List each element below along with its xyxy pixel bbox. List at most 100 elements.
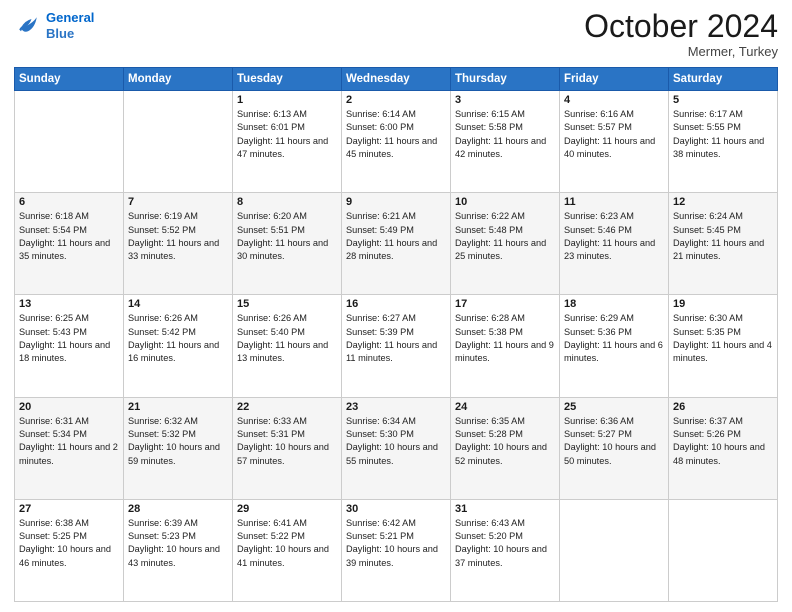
day-info: Sunrise: 6:13 AM Sunset: 6:01 PM Dayligh… xyxy=(237,108,337,161)
header-sunday: Sunday xyxy=(15,68,124,91)
day-cell: 10 Sunrise: 6:22 AM Sunset: 5:48 PM Dayl… xyxy=(451,193,560,295)
day-info: Sunrise: 6:28 AM Sunset: 5:38 PM Dayligh… xyxy=(455,312,555,365)
day-cell xyxy=(560,499,669,601)
day-number: 5 xyxy=(673,94,773,106)
day-number: 17 xyxy=(455,298,555,310)
day-cell: 20 Sunrise: 6:31 AM Sunset: 5:34 PM Dayl… xyxy=(15,397,124,499)
day-number: 1 xyxy=(237,94,337,106)
day-number: 18 xyxy=(564,298,664,310)
day-cell: 2 Sunrise: 6:14 AM Sunset: 6:00 PM Dayli… xyxy=(342,91,451,193)
day-cell: 15 Sunrise: 6:26 AM Sunset: 5:40 PM Dayl… xyxy=(233,295,342,397)
day-cell: 21 Sunrise: 6:32 AM Sunset: 5:32 PM Dayl… xyxy=(124,397,233,499)
day-number: 27 xyxy=(19,503,119,515)
day-number: 13 xyxy=(19,298,119,310)
header-monday: Monday xyxy=(124,68,233,91)
day-number: 19 xyxy=(673,298,773,310)
day-info: Sunrise: 6:19 AM Sunset: 5:52 PM Dayligh… xyxy=(128,210,228,263)
header-friday: Friday xyxy=(560,68,669,91)
day-cell: 19 Sunrise: 6:30 AM Sunset: 5:35 PM Dayl… xyxy=(669,295,778,397)
day-info: Sunrise: 6:22 AM Sunset: 5:48 PM Dayligh… xyxy=(455,210,555,263)
day-info: Sunrise: 6:37 AM Sunset: 5:26 PM Dayligh… xyxy=(673,415,773,468)
logo-line2: Blue xyxy=(46,26,74,41)
day-info: Sunrise: 6:24 AM Sunset: 5:45 PM Dayligh… xyxy=(673,210,773,263)
day-cell: 3 Sunrise: 6:15 AM Sunset: 5:58 PM Dayli… xyxy=(451,91,560,193)
day-cell: 23 Sunrise: 6:34 AM Sunset: 5:30 PM Dayl… xyxy=(342,397,451,499)
week-row-3: 13 Sunrise: 6:25 AM Sunset: 5:43 PM Dayl… xyxy=(15,295,778,397)
day-cell: 4 Sunrise: 6:16 AM Sunset: 5:57 PM Dayli… xyxy=(560,91,669,193)
day-number: 8 xyxy=(237,196,337,208)
day-info: Sunrise: 6:33 AM Sunset: 5:31 PM Dayligh… xyxy=(237,415,337,468)
day-info: Sunrise: 6:38 AM Sunset: 5:25 PM Dayligh… xyxy=(19,517,119,570)
day-number: 6 xyxy=(19,196,119,208)
logo-bird-icon xyxy=(14,12,42,40)
day-info: Sunrise: 6:26 AM Sunset: 5:42 PM Dayligh… xyxy=(128,312,228,365)
day-number: 2 xyxy=(346,94,446,106)
day-number: 3 xyxy=(455,94,555,106)
page: General Blue October 2024 Mermer, Turkey… xyxy=(0,0,792,612)
day-number: 14 xyxy=(128,298,228,310)
day-cell: 17 Sunrise: 6:28 AM Sunset: 5:38 PM Dayl… xyxy=(451,295,560,397)
day-info: Sunrise: 6:39 AM Sunset: 5:23 PM Dayligh… xyxy=(128,517,228,570)
day-cell: 1 Sunrise: 6:13 AM Sunset: 6:01 PM Dayli… xyxy=(233,91,342,193)
calendar-table: Sunday Monday Tuesday Wednesday Thursday… xyxy=(14,67,778,602)
week-row-4: 20 Sunrise: 6:31 AM Sunset: 5:34 PM Dayl… xyxy=(15,397,778,499)
week-row-5: 27 Sunrise: 6:38 AM Sunset: 5:25 PM Dayl… xyxy=(15,499,778,601)
day-info: Sunrise: 6:31 AM Sunset: 5:34 PM Dayligh… xyxy=(19,415,119,468)
location: Mermer, Turkey xyxy=(584,44,778,59)
day-cell: 7 Sunrise: 6:19 AM Sunset: 5:52 PM Dayli… xyxy=(124,193,233,295)
day-info: Sunrise: 6:30 AM Sunset: 5:35 PM Dayligh… xyxy=(673,312,773,365)
day-number: 28 xyxy=(128,503,228,515)
day-number: 26 xyxy=(673,401,773,413)
header: General Blue October 2024 Mermer, Turkey xyxy=(14,10,778,59)
header-saturday: Saturday xyxy=(669,68,778,91)
day-info: Sunrise: 6:21 AM Sunset: 5:49 PM Dayligh… xyxy=(346,210,446,263)
day-cell: 6 Sunrise: 6:18 AM Sunset: 5:54 PM Dayli… xyxy=(15,193,124,295)
day-info: Sunrise: 6:36 AM Sunset: 5:27 PM Dayligh… xyxy=(564,415,664,468)
week-row-2: 6 Sunrise: 6:18 AM Sunset: 5:54 PM Dayli… xyxy=(15,193,778,295)
day-cell: 27 Sunrise: 6:38 AM Sunset: 5:25 PM Dayl… xyxy=(15,499,124,601)
day-cell: 13 Sunrise: 6:25 AM Sunset: 5:43 PM Dayl… xyxy=(15,295,124,397)
day-number: 21 xyxy=(128,401,228,413)
day-cell: 5 Sunrise: 6:17 AM Sunset: 5:55 PM Dayli… xyxy=(669,91,778,193)
day-number: 16 xyxy=(346,298,446,310)
header-wednesday: Wednesday xyxy=(342,68,451,91)
day-number: 29 xyxy=(237,503,337,515)
day-cell: 9 Sunrise: 6:21 AM Sunset: 5:49 PM Dayli… xyxy=(342,193,451,295)
weekday-header-row: Sunday Monday Tuesday Wednesday Thursday… xyxy=(15,68,778,91)
day-number: 12 xyxy=(673,196,773,208)
header-thursday: Thursday xyxy=(451,68,560,91)
day-cell: 29 Sunrise: 6:41 AM Sunset: 5:22 PM Dayl… xyxy=(233,499,342,601)
day-info: Sunrise: 6:27 AM Sunset: 5:39 PM Dayligh… xyxy=(346,312,446,365)
day-cell xyxy=(124,91,233,193)
day-cell: 26 Sunrise: 6:37 AM Sunset: 5:26 PM Dayl… xyxy=(669,397,778,499)
title-block: October 2024 Mermer, Turkey xyxy=(584,10,778,59)
day-cell: 25 Sunrise: 6:36 AM Sunset: 5:27 PM Dayl… xyxy=(560,397,669,499)
day-cell: 22 Sunrise: 6:33 AM Sunset: 5:31 PM Dayl… xyxy=(233,397,342,499)
header-tuesday: Tuesday xyxy=(233,68,342,91)
day-info: Sunrise: 6:35 AM Sunset: 5:28 PM Dayligh… xyxy=(455,415,555,468)
day-cell: 24 Sunrise: 6:35 AM Sunset: 5:28 PM Dayl… xyxy=(451,397,560,499)
day-number: 20 xyxy=(19,401,119,413)
day-number: 9 xyxy=(346,196,446,208)
day-info: Sunrise: 6:25 AM Sunset: 5:43 PM Dayligh… xyxy=(19,312,119,365)
day-info: Sunrise: 6:20 AM Sunset: 5:51 PM Dayligh… xyxy=(237,210,337,263)
day-info: Sunrise: 6:43 AM Sunset: 5:20 PM Dayligh… xyxy=(455,517,555,570)
day-number: 31 xyxy=(455,503,555,515)
day-cell: 18 Sunrise: 6:29 AM Sunset: 5:36 PM Dayl… xyxy=(560,295,669,397)
day-number: 25 xyxy=(564,401,664,413)
day-number: 7 xyxy=(128,196,228,208)
logo: General Blue xyxy=(14,10,94,41)
day-number: 23 xyxy=(346,401,446,413)
day-info: Sunrise: 6:41 AM Sunset: 5:22 PM Dayligh… xyxy=(237,517,337,570)
day-info: Sunrise: 6:17 AM Sunset: 5:55 PM Dayligh… xyxy=(673,108,773,161)
day-cell xyxy=(669,499,778,601)
day-number: 4 xyxy=(564,94,664,106)
day-info: Sunrise: 6:42 AM Sunset: 5:21 PM Dayligh… xyxy=(346,517,446,570)
logo-text: General Blue xyxy=(46,10,94,41)
day-info: Sunrise: 6:23 AM Sunset: 5:46 PM Dayligh… xyxy=(564,210,664,263)
day-info: Sunrise: 6:16 AM Sunset: 5:57 PM Dayligh… xyxy=(564,108,664,161)
day-cell: 16 Sunrise: 6:27 AM Sunset: 5:39 PM Dayl… xyxy=(342,295,451,397)
day-number: 24 xyxy=(455,401,555,413)
day-cell: 8 Sunrise: 6:20 AM Sunset: 5:51 PM Dayli… xyxy=(233,193,342,295)
day-number: 30 xyxy=(346,503,446,515)
